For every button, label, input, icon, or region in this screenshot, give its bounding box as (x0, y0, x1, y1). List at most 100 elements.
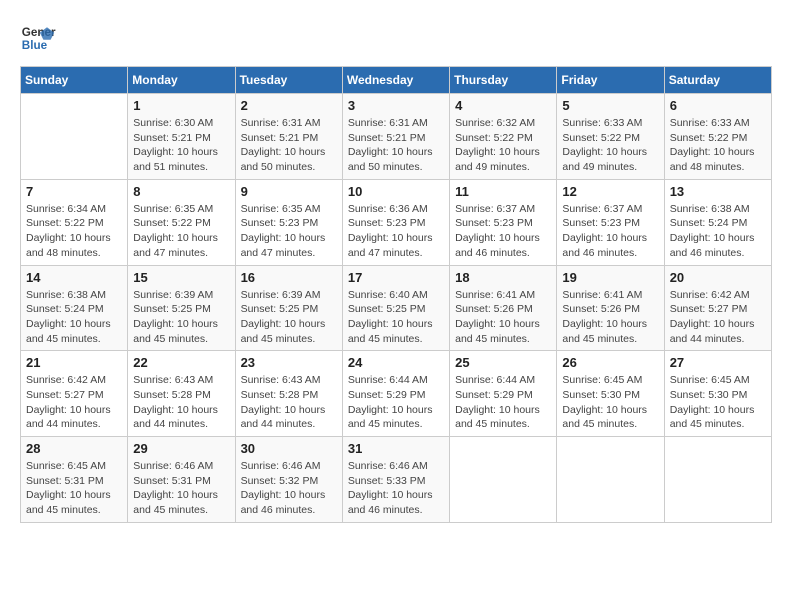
day-info: Sunrise: 6:38 AMSunset: 5:24 PMDaylight:… (670, 202, 766, 261)
day-info: Sunrise: 6:35 AMSunset: 5:22 PMDaylight:… (133, 202, 229, 261)
calendar-cell (664, 437, 771, 523)
calendar-cell: 8 Sunrise: 6:35 AMSunset: 5:22 PMDaylight… (128, 179, 235, 265)
calendar-cell: 10Sunrise: 6:36 AMSunset: 5:23 PMDayligh… (342, 179, 449, 265)
calendar-cell: 1 Sunrise: 6:30 AMSunset: 5:21 PMDaylight… (128, 94, 235, 180)
calendar-cell: 29 Sunrise: 6:46 AMSunset: 5:31 PMDayligh… (128, 437, 235, 523)
page-header: General Blue (20, 20, 772, 56)
calendar-cell: 19 Sunrise: 6:41 AMSunset: 5:26 PMDayligh… (557, 265, 664, 351)
calendar-cell: 13 Sunrise: 6:38 AMSunset: 5:24 PMDayligh… (664, 179, 771, 265)
day-info: Sunrise: 6:40 AMSunset: 5:25 PMDaylight:… (348, 288, 444, 347)
calendar-cell: 31 Sunrise: 6:46 AMSunset: 5:33 PMDayligh… (342, 437, 449, 523)
day-info: Sunrise: 6:43 AMSunset: 5:28 PMDaylight:… (241, 373, 337, 432)
calendar-cell: 12Sunrise: 6:37 AMSunset: 5:23 PMDayligh… (557, 179, 664, 265)
calendar-cell: 20 Sunrise: 6:42 AMSunset: 5:27 PMDayligh… (664, 265, 771, 351)
weekday-header-tuesday: Tuesday (235, 67, 342, 94)
day-number: 13 (670, 184, 766, 199)
day-number: 29 (133, 441, 229, 456)
day-number: 26 (562, 355, 658, 370)
day-number: 9 (241, 184, 337, 199)
day-number: 4 (455, 98, 551, 113)
calendar-cell: 25 Sunrise: 6:44 AMSunset: 5:29 PMDayligh… (450, 351, 557, 437)
calendar-cell: 23 Sunrise: 6:43 AMSunset: 5:28 PMDayligh… (235, 351, 342, 437)
calendar-cell: 15 Sunrise: 6:39 AMSunset: 5:25 PMDayligh… (128, 265, 235, 351)
calendar-week-row: 14Sunrise: 6:38 AMSunset: 5:24 PMDayligh… (21, 265, 772, 351)
weekday-header-saturday: Saturday (664, 67, 771, 94)
calendar-week-row: 28 Sunrise: 6:45 AMSunset: 5:31 PMDayligh… (21, 437, 772, 523)
day-number: 22 (133, 355, 229, 370)
day-info: Sunrise: 6:35 AMSunset: 5:23 PMDaylight:… (241, 202, 337, 261)
calendar-cell: 7Sunrise: 6:34 AMSunset: 5:22 PMDaylight… (21, 179, 128, 265)
day-info: Sunrise: 6:42 AMSunset: 5:27 PMDaylight:… (670, 288, 766, 347)
calendar-cell (21, 94, 128, 180)
weekday-header-friday: Friday (557, 67, 664, 94)
day-info: Sunrise: 6:30 AMSunset: 5:21 PMDaylight:… (133, 116, 229, 175)
calendar-cell: 17 Sunrise: 6:40 AMSunset: 5:25 PMDayligh… (342, 265, 449, 351)
calendar-cell: 30 Sunrise: 6:46 AMSunset: 5:32 PMDayligh… (235, 437, 342, 523)
day-info: Sunrise: 6:31 AMSunset: 5:21 PMDaylight:… (241, 116, 337, 175)
calendar-cell: 22 Sunrise: 6:43 AMSunset: 5:28 PMDayligh… (128, 351, 235, 437)
day-number: 28 (26, 441, 122, 456)
day-number: 19 (562, 270, 658, 285)
day-number: 18 (455, 270, 551, 285)
day-info: Sunrise: 6:46 AMSunset: 5:33 PMDaylight:… (348, 459, 444, 518)
day-info: Sunrise: 6:44 AMSunset: 5:29 PMDaylight:… (455, 373, 551, 432)
calendar-cell: 4 Sunrise: 6:32 AMSunset: 5:22 PMDaylight… (450, 94, 557, 180)
day-info: Sunrise: 6:45 AMSunset: 5:30 PMDaylight:… (562, 373, 658, 432)
calendar-cell: 16 Sunrise: 6:39 AMSunset: 5:25 PMDayligh… (235, 265, 342, 351)
day-number: 23 (241, 355, 337, 370)
day-info: Sunrise: 6:45 AMSunset: 5:31 PMDaylight:… (26, 459, 122, 518)
day-number: 17 (348, 270, 444, 285)
day-number: 31 (348, 441, 444, 456)
weekday-header-monday: Monday (128, 67, 235, 94)
calendar-cell: 18 Sunrise: 6:41 AMSunset: 5:26 PMDayligh… (450, 265, 557, 351)
day-number: 6 (670, 98, 766, 113)
calendar-cell: 5Sunrise: 6:33 AMSunset: 5:22 PMDaylight… (557, 94, 664, 180)
day-info: Sunrise: 6:46 AMSunset: 5:32 PMDaylight:… (241, 459, 337, 518)
calendar-table: SundayMondayTuesdayWednesdayThursdayFrid… (20, 66, 772, 523)
day-info: Sunrise: 6:42 AMSunset: 5:27 PMDaylight:… (26, 373, 122, 432)
svg-text:Blue: Blue (22, 39, 48, 52)
day-info: Sunrise: 6:46 AMSunset: 5:31 PMDaylight:… (133, 459, 229, 518)
day-number: 2 (241, 98, 337, 113)
weekday-header-row: SundayMondayTuesdayWednesdayThursdayFrid… (21, 67, 772, 94)
day-number: 8 (133, 184, 229, 199)
day-number: 16 (241, 270, 337, 285)
day-info: Sunrise: 6:39 AMSunset: 5:25 PMDaylight:… (133, 288, 229, 347)
day-number: 15 (133, 270, 229, 285)
logo: General Blue (20, 20, 56, 56)
calendar-cell (557, 437, 664, 523)
calendar-cell: 24 Sunrise: 6:44 AMSunset: 5:29 PMDayligh… (342, 351, 449, 437)
day-number: 5 (562, 98, 658, 113)
calendar-cell: 26 Sunrise: 6:45 AMSunset: 5:30 PMDayligh… (557, 351, 664, 437)
day-number: 7 (26, 184, 122, 199)
day-number: 25 (455, 355, 551, 370)
day-info: Sunrise: 6:33 AMSunset: 5:22 PMDaylight:… (670, 116, 766, 175)
day-info: Sunrise: 6:32 AMSunset: 5:22 PMDaylight:… (455, 116, 551, 175)
day-info: Sunrise: 6:43 AMSunset: 5:28 PMDaylight:… (133, 373, 229, 432)
day-number: 20 (670, 270, 766, 285)
day-info: Sunrise: 6:45 AMSunset: 5:30 PMDaylight:… (670, 373, 766, 432)
day-number: 11 (455, 184, 551, 199)
day-number: 1 (133, 98, 229, 113)
weekday-header-sunday: Sunday (21, 67, 128, 94)
day-info: Sunrise: 6:44 AMSunset: 5:29 PMDaylight:… (348, 373, 444, 432)
weekday-header-thursday: Thursday (450, 67, 557, 94)
calendar-cell: 28 Sunrise: 6:45 AMSunset: 5:31 PMDayligh… (21, 437, 128, 523)
calendar-cell: 9 Sunrise: 6:35 AMSunset: 5:23 PMDaylight… (235, 179, 342, 265)
day-number: 24 (348, 355, 444, 370)
calendar-week-row: 21Sunrise: 6:42 AMSunset: 5:27 PMDayligh… (21, 351, 772, 437)
calendar-cell: 3Sunrise: 6:31 AMSunset: 5:21 PMDaylight… (342, 94, 449, 180)
day-info: Sunrise: 6:41 AMSunset: 5:26 PMDaylight:… (455, 288, 551, 347)
calendar-cell: 11Sunrise: 6:37 AMSunset: 5:23 PMDayligh… (450, 179, 557, 265)
calendar-cell: 21Sunrise: 6:42 AMSunset: 5:27 PMDayligh… (21, 351, 128, 437)
day-info: Sunrise: 6:39 AMSunset: 5:25 PMDaylight:… (241, 288, 337, 347)
calendar-week-row: 7Sunrise: 6:34 AMSunset: 5:22 PMDaylight… (21, 179, 772, 265)
day-number: 30 (241, 441, 337, 456)
calendar-cell: 6 Sunrise: 6:33 AMSunset: 5:22 PMDaylight… (664, 94, 771, 180)
day-info: Sunrise: 6:31 AMSunset: 5:21 PMDaylight:… (348, 116, 444, 175)
day-info: Sunrise: 6:38 AMSunset: 5:24 PMDaylight:… (26, 288, 122, 347)
calendar-week-row: 1 Sunrise: 6:30 AMSunset: 5:21 PMDaylight… (21, 94, 772, 180)
calendar-cell: 14Sunrise: 6:38 AMSunset: 5:24 PMDayligh… (21, 265, 128, 351)
calendar-cell: 27Sunrise: 6:45 AMSunset: 5:30 PMDayligh… (664, 351, 771, 437)
day-info: Sunrise: 6:41 AMSunset: 5:26 PMDaylight:… (562, 288, 658, 347)
